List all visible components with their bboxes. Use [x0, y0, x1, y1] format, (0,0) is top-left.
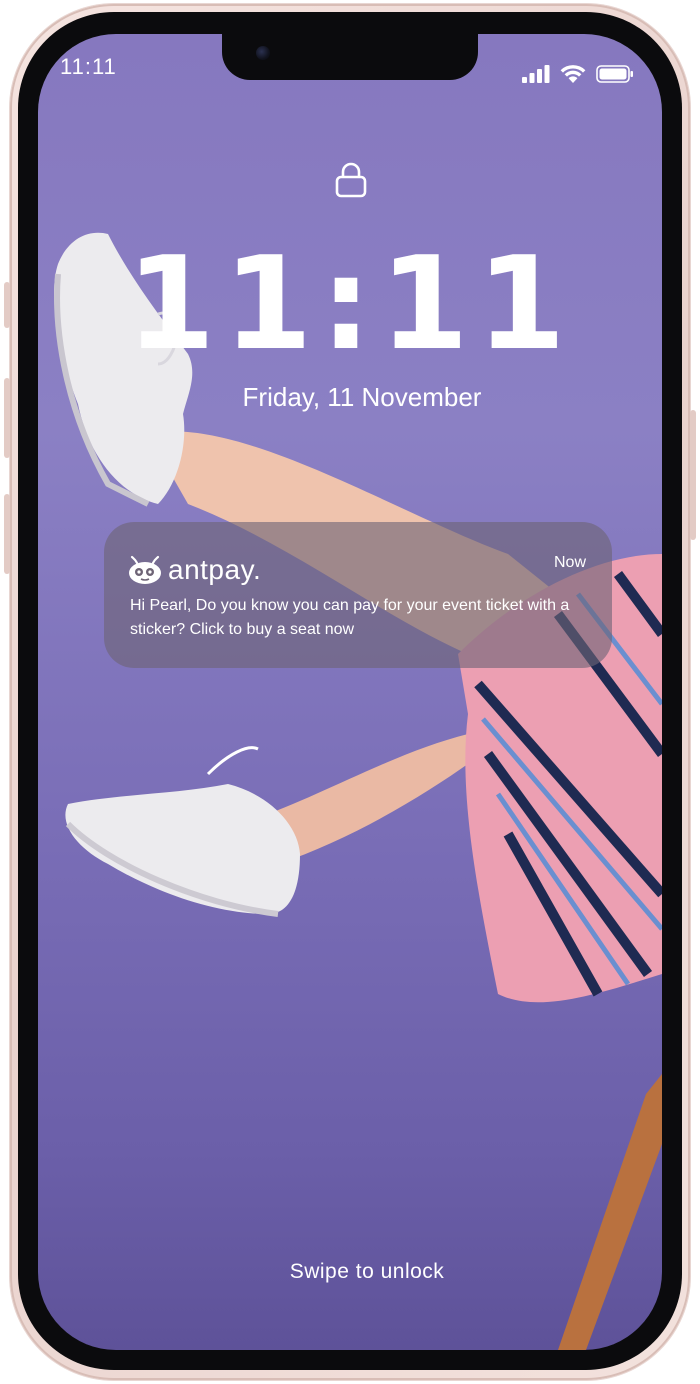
lock-screen-clock: 11:11: [126, 230, 574, 379]
notification-time: Now: [553, 554, 586, 571]
power-button: [690, 410, 696, 540]
lock-screen[interactable]: 11:11 11:11 Friday, 11 November antpay. …: [38, 34, 662, 1350]
status-bar-time: 11:11: [60, 54, 117, 79]
cellular-signal-icon: [522, 65, 550, 83]
notification-header: antpay.: [128, 554, 261, 586]
antpay-logo-icon: [129, 555, 161, 584]
lock-screen-date: Friday, 11 November: [242, 382, 482, 412]
swipe-to-unlock-hint: Swipe to unlock: [289, 1260, 445, 1283]
antpay-notification[interactable]: antpay. Now Hi Pearl, Do you know you ca…: [104, 522, 612, 668]
front-camera: [256, 46, 270, 60]
volume-up-button: [4, 378, 10, 458]
battery-icon: [596, 65, 633, 83]
notification-app-name: antpay.: [168, 554, 262, 585]
status-icons: [522, 64, 634, 83]
wifi-icon: [560, 65, 586, 83]
volume-down-button: [4, 494, 10, 574]
silent-switch: [4, 282, 10, 328]
notification-message: Hi Pearl, Do you know you can pay for yo…: [130, 597, 570, 638]
padlock-icon: [335, 162, 367, 198]
notch: [222, 34, 478, 80]
